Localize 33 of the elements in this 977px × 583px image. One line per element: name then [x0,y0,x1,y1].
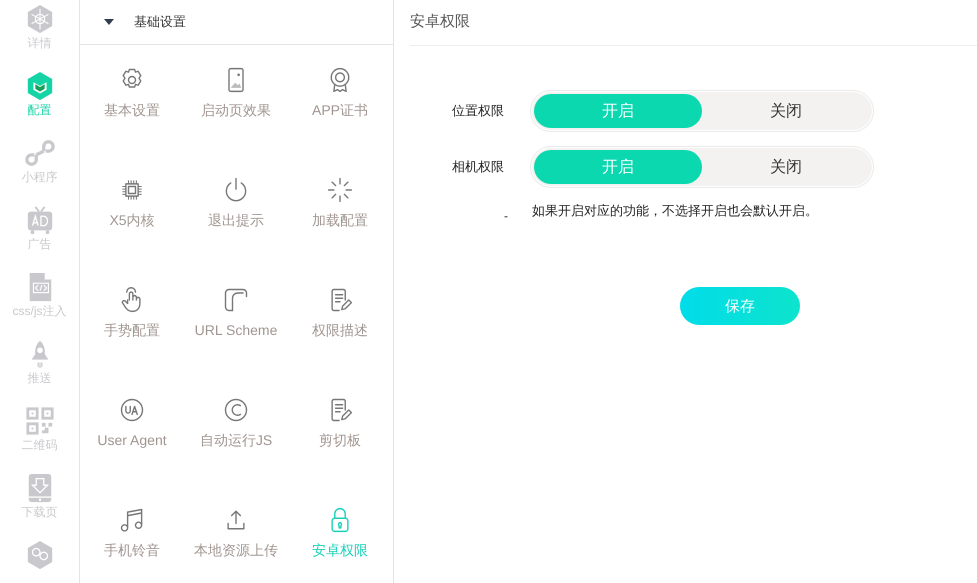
nav-item[interactable]: 配置 [24,71,54,138]
setting-tile[interactable]: 退出提示 [184,155,288,265]
section-header[interactable]: 基础设置 [80,0,393,45]
setting-tile[interactable]: 加载配置 [288,155,392,265]
setting-tile[interactable]: 安卓权限 [288,485,392,583]
setting-tile[interactable]: 启动页效果 [184,45,288,155]
copyright-icon [222,396,250,424]
field-label: 相机权限 [451,158,504,176]
setting-tile[interactable]: X5内核 [80,155,184,265]
toggle-option[interactable]: 开启 [534,150,702,184]
hint-text: 如果开启对应的功能，不选择开启也会默认开启。 [532,202,818,220]
panel-title: 安卓权限 [410,0,977,46]
loading-icon [326,176,354,204]
ua-icon [118,396,146,424]
setting-tile[interactable]: 手势配置 [80,265,184,375]
setting-tile[interactable]: APP证书 [288,45,392,155]
setting-tile[interactable]: 自动运行JS [184,375,288,485]
setting-tile[interactable]: 本地资源上传 [184,485,288,583]
setting-tile[interactable]: 权限描述 [288,265,392,375]
setting-tile[interactable]: 手机铃音 [80,485,184,583]
save-button[interactable]: 保存 [680,287,800,325]
setting-tile[interactable]: 剪切板 [288,375,392,485]
dash-mark: - [503,209,508,223]
setting-tile[interactable]: 基本设置 [80,45,184,155]
section-title: 基础设置 [134,13,186,31]
qr-code-icon [24,406,54,436]
field-label: 位置权限 [451,102,504,120]
scheme-icon [222,286,250,314]
caret-icon [104,19,114,25]
toggle-option[interactable]: 开启 [534,94,702,128]
setting-tile[interactable]: User Agent [80,375,184,485]
setting-tile[interactable]: URL Scheme [184,265,288,375]
link-icon [24,138,54,168]
